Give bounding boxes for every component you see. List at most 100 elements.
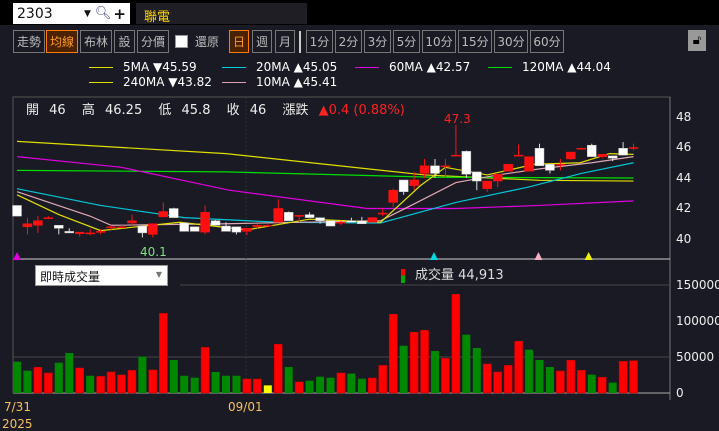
- volume-bar: [294, 381, 304, 394]
- candle-body: [409, 179, 419, 186]
- price-tick: 48: [676, 110, 692, 124]
- volume-bar: [357, 378, 366, 393]
- candle-body: [597, 154, 607, 157]
- volume-bar: [503, 365, 513, 394]
- volume-bar: [96, 376, 105, 394]
- candle-body: [628, 147, 639, 149]
- volume-bar: [336, 372, 346, 394]
- volume-bar: [483, 363, 492, 394]
- signal-triangle-icon: [584, 252, 593, 260]
- candle-body: [179, 222, 189, 232]
- price-tick: 40: [676, 232, 692, 246]
- candle-body: [74, 231, 85, 234]
- candle-body: [492, 173, 503, 182]
- volume-bar: [514, 341, 523, 394]
- volume-bar: [65, 353, 74, 393]
- candle-body: [33, 220, 43, 226]
- volume-tick: 0: [676, 386, 684, 400]
- volume-bar: [305, 380, 314, 393]
- volume-bar: [577, 370, 586, 394]
- volume-bar: [75, 367, 84, 394]
- volume-bar: [138, 356, 147, 393]
- volume-type-select[interactable]: 即時成交量 ▼: [35, 265, 168, 286]
- candle-body: [378, 212, 388, 215]
- volume-bar: [54, 362, 63, 393]
- date-label: 7/31: [4, 400, 31, 414]
- candle-body: [95, 231, 106, 233]
- candle-body: [618, 148, 628, 156]
- volume-bar: [493, 371, 502, 394]
- volume-bar: [347, 373, 356, 393]
- ma-line-120MA: [16, 169, 634, 179]
- candle-body: [64, 231, 74, 234]
- volume-bar: [431, 351, 439, 393]
- low-marker-label: 40.1: [140, 245, 167, 259]
- candle-body: [576, 148, 587, 150]
- candle-body: [398, 179, 409, 192]
- volume-bar: [368, 377, 377, 394]
- candle-body: [200, 212, 210, 233]
- candle-body: [252, 225, 263, 228]
- candle-body: [336, 221, 346, 224]
- volume-bar: [420, 330, 429, 394]
- candle-body: [231, 226, 242, 233]
- volume-bar: [462, 334, 471, 393]
- signal-triangle-icon: [429, 252, 438, 260]
- volume-bar: [232, 375, 241, 393]
- candle-body: [116, 226, 127, 229]
- volume-bar: [86, 375, 95, 393]
- candle-body: [169, 208, 179, 218]
- candle-body: [587, 144, 597, 157]
- candle-body: [440, 165, 451, 168]
- volume-bar: [190, 377, 199, 393]
- volume-bar: [566, 360, 576, 394]
- volume-bar: [127, 370, 137, 394]
- volume-bar: [316, 376, 325, 393]
- volume-bar: [274, 344, 283, 394]
- volume-bar: [222, 375, 230, 393]
- candle-body: [137, 225, 148, 234]
- volume-bar: [525, 349, 534, 393]
- candle-body: [106, 226, 116, 229]
- candle-body: [545, 164, 555, 171]
- candle-body: [482, 180, 492, 189]
- volume-bar: [388, 314, 398, 394]
- volume-tick: 100000: [676, 314, 719, 328]
- candle-body: [430, 165, 440, 174]
- candle-body: [315, 217, 325, 221]
- candle-body: [346, 220, 357, 223]
- volume-bar: [451, 294, 461, 394]
- candle-body: [461, 151, 472, 175]
- volume-tick: 50000: [676, 350, 715, 364]
- volume-legend: 成交量 44,913: [401, 264, 504, 283]
- volume-bar: [106, 371, 116, 394]
- candle-body: [472, 171, 482, 182]
- volume-bar: [545, 367, 554, 393]
- price-tick: 42: [676, 201, 692, 215]
- candle-body: [524, 156, 534, 172]
- volume-bar: [535, 360, 544, 393]
- price-volume-chart[interactable]: [0, 0, 719, 425]
- volume-bar: [326, 377, 335, 393]
- volume-value: 44,913: [458, 268, 504, 283]
- candle-body: [43, 217, 54, 219]
- candle-body: [607, 155, 618, 159]
- volume-bar: [263, 385, 272, 393]
- ma-line-10MA: [16, 156, 634, 226]
- candle-body: [148, 223, 158, 235]
- volume-bar: [556, 370, 565, 394]
- volume-tick: 150000: [676, 278, 719, 292]
- candle-body: [158, 211, 169, 218]
- candle-body: [534, 148, 545, 167]
- volume-bar: [587, 374, 596, 393]
- volume-bar: [253, 378, 262, 394]
- volume-bar: [13, 361, 21, 393]
- price-tick: 44: [676, 171, 692, 185]
- candle-body: [263, 225, 273, 227]
- candle-body: [451, 154, 461, 157]
- volume-bar: [618, 361, 628, 394]
- volume-color-icon: [401, 268, 405, 283]
- volume-bar: [117, 374, 126, 394]
- price-tick: 46: [676, 140, 692, 154]
- candle-body: [54, 225, 64, 229]
